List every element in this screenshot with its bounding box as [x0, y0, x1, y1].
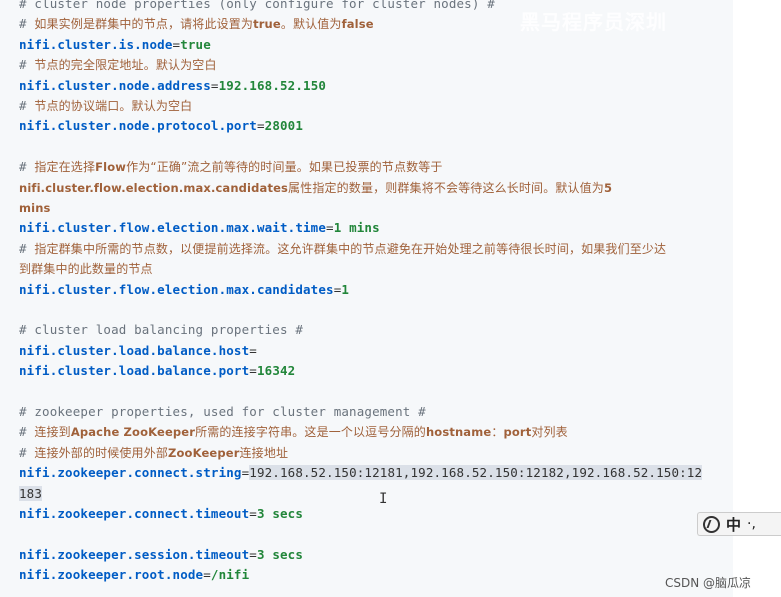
- code-token: 作为“正确”流之前等待的时间量。如果已投票的节点数等于: [126, 160, 443, 175]
- code-token: 对列表: [531, 425, 568, 440]
- code-line: # cluster node properties (only configur…: [19, 0, 495, 14]
- ime-punctuation-toggle[interactable]: ·,: [747, 516, 756, 532]
- code-line: # 连接外部的时候使用外部ZooKeeper连接地址: [19, 443, 288, 463]
- code-token: 3 secs: [256, 546, 304, 562]
- code-token: hostname: [425, 425, 492, 440]
- watermark: 黑马程序员深圳: [520, 10, 667, 34]
- code-line: nifi.cluster.flow.election.max.wait.time…: [19, 218, 380, 238]
- code-line: nifi.cluster.flow.election.max.candidate…: [19, 178, 612, 198]
- code-token: # zookeeper properties, used for cluster…: [19, 404, 426, 419]
- ime-language-toggle[interactable]: 中: [726, 514, 741, 535]
- code-panel: 黑马程序员深圳 # cluster node properties (only …: [0, 0, 733, 597]
- code-token: Flow: [95, 160, 127, 175]
- csdn-author-watermark: CSDN @脑瓜凉: [665, 576, 752, 590]
- code-token: nifi.cluster.node.protocol.port: [19, 118, 257, 134]
- code-token: =: [249, 363, 257, 379]
- code-line: # 指定在选择Flow作为“正确”流之前等待的时间量。如果已投票的节点数等于: [19, 157, 443, 177]
- code-token: 1 mins: [333, 220, 380, 236]
- code-token: 连接地址: [239, 445, 289, 460]
- code-line: # 连接到Apache ZooKeeper所需的连接字符串。这是一个以逗号分隔的…: [19, 422, 568, 442]
- ime-logo-icon[interactable]: [703, 515, 720, 533]
- code-token: true: [253, 17, 281, 32]
- code-token: #: [19, 240, 35, 256]
- code-token: 3 secs: [256, 506, 304, 521]
- code-token: nifi.cluster.load.balance.port: [19, 363, 250, 379]
- code-token: # cluster node properties (only configur…: [19, 0, 495, 11]
- code-line: # zookeeper properties, used for cluster…: [19, 402, 426, 422]
- code-line: # cluster load balancing properties #: [19, 320, 303, 340]
- code-token: nifi.cluster.node.address: [19, 77, 211, 93]
- code-token: nifi.cluster.flow.election.max.candidate…: [19, 180, 289, 195]
- text-cursor-icon: I: [379, 491, 388, 507]
- code-token: 1: [341, 281, 350, 297]
- code-line: nifi.zookeeper.session.timeout=3 secs: [19, 545, 303, 565]
- code-token: nifi.cluster.load.balance.host: [19, 342, 250, 358]
- code-token: 如果实例是群集中的节点，请将此设置为: [34, 17, 254, 32]
- code-line: mins: [19, 198, 51, 218]
- code-token: port: [503, 425, 532, 440]
- code-token: =: [210, 77, 219, 93]
- code-line: # 节点的完全限定地址。默认为空白: [19, 55, 217, 75]
- code-token: 183: [19, 485, 43, 501]
- code-token: 到群集中的此数量的节点: [19, 262, 153, 277]
- code-token: 连接外部的时候使用外部: [34, 445, 169, 460]
- code-token: nifi.zookeeper.connect.timeout: [19, 506, 250, 521]
- code-token: nifi.cluster.is.node: [19, 36, 173, 52]
- code-token: /nifi: [210, 567, 250, 583]
- code-token: #: [19, 57, 35, 73]
- code-token: =: [249, 342, 257, 358]
- code-token: =: [203, 567, 211, 583]
- code-line: 183: [19, 484, 43, 504]
- code-token: #: [19, 424, 35, 440]
- code-token: =: [256, 118, 265, 134]
- code-token: 所需的连接字符串。这是一个以逗号分隔的: [195, 425, 426, 440]
- ime-toolbar[interactable]: 中 ·,: [697, 512, 781, 536]
- code-line: 到群集中的此数量的节点: [19, 259, 153, 279]
- code-token: 节点的协议端口。默认为空白: [34, 99, 193, 113]
- code-token: #: [19, 159, 35, 175]
- code-token: =: [249, 546, 257, 562]
- code-line: nifi.zookeeper.root.node=/nifi: [19, 565, 249, 585]
- code-token: =: [249, 506, 257, 521]
- code-token: nifi.zookeeper.root.node: [19, 567, 204, 583]
- code-token: # cluster load balancing properties #: [19, 322, 303, 338]
- right-margin: [733, 0, 781, 597]
- code-token: ZooKeeper: [168, 445, 240, 460]
- code-token: =: [326, 220, 334, 236]
- code-token: #: [19, 98, 35, 113]
- code-token: 5: [603, 180, 613, 195]
- code-line: nifi.cluster.node.protocol.port=28001: [19, 116, 303, 136]
- code-line: nifi.zookeeper.connect.timeout=3 secs: [19, 504, 303, 524]
- code-token: #: [19, 16, 35, 32]
- code-token: nifi.zookeeper.connect.string: [19, 465, 242, 481]
- code-line: nifi.cluster.flow.election.max.candidate…: [19, 280, 349, 300]
- code-token: 16342: [256, 363, 296, 379]
- code-token: 192.168.52.150:12181,192.168.52.150:1218…: [249, 465, 703, 481]
- code-token: Apache ZooKeeper: [70, 425, 196, 440]
- code-token: nifi.cluster.flow.election.max.candidate…: [19, 281, 334, 297]
- code-line: nifi.cluster.node.address=192.168.52.150: [19, 76, 326, 96]
- code-line: nifi.cluster.load.balance.port=16342: [19, 361, 295, 381]
- code-line: # 如果实例是群集中的节点，请将此设置为true。默认值为false: [19, 14, 374, 34]
- code-token: false: [341, 17, 374, 32]
- code-token: true: [180, 36, 211, 52]
- code-token: mins: [19, 201, 51, 215]
- code-token: ：: [491, 425, 504, 440]
- code-token: 指定群集中所需的节点数，以便提前选择流。这允许群集中的节点避免在开始处理之前等待…: [34, 241, 667, 256]
- code-token: nifi.zookeeper.session.timeout: [19, 546, 250, 562]
- code-line: nifi.cluster.is.node=true: [19, 35, 211, 55]
- code-line: nifi.cluster.load.balance.host=: [19, 341, 257, 361]
- code-line: nifi.zookeeper.connect.string=192.168.52…: [19, 463, 703, 483]
- code-token: 192.168.52.150: [218, 77, 327, 93]
- code-token: 指定在选择: [34, 160, 96, 175]
- code-token: 。默认值为: [280, 17, 342, 32]
- code-token: nifi.cluster.flow.election.max.wait.time: [19, 220, 327, 236]
- code-line: # 节点的协议端口。默认为空白: [19, 96, 192, 116]
- code-line: # 指定群集中所需的节点数，以便提前选择流。这允许群集中的节点避免在开始处理之前…: [19, 239, 666, 259]
- code-token: 节点的完全限定地址。默认为空白: [34, 58, 217, 73]
- code-token: 连接到: [34, 425, 71, 440]
- code-token: 属性指定的数量，则群集将不会等待这么长时间。默认值为: [288, 180, 604, 195]
- code-token: 28001: [264, 118, 304, 134]
- code-token: #: [19, 444, 35, 460]
